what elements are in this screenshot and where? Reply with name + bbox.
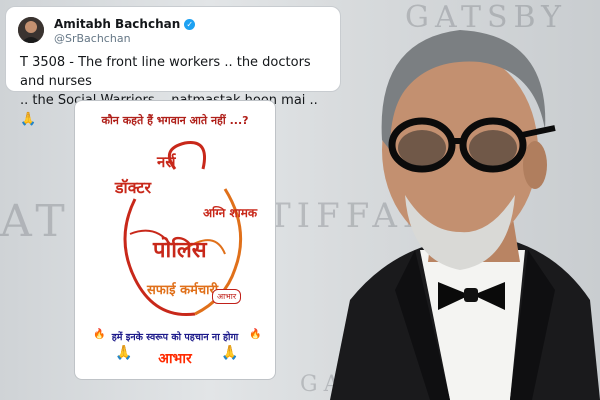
verified-badge-icon: ✓ bbox=[184, 19, 196, 30]
poster-stamp: आभार bbox=[212, 289, 242, 304]
calligraphy-word: सफाई कर्मचारी bbox=[146, 282, 219, 298]
calligraphy-artwork: नर्स डॉक्टर अग्नि शामक पोलिस सफाई कर्मचा… bbox=[114, 141, 258, 317]
account-handle[interactable]: @SrBachchan bbox=[54, 32, 131, 45]
calligraphy-word: अग्नि शामक bbox=[203, 206, 258, 220]
poster-question: कौन कहते हैं भगवान आते नहीं ...? bbox=[101, 114, 249, 127]
poster-tagline: हमें इनके स्वरूप को पहचान ना होगा bbox=[111, 332, 239, 343]
calligraphy-word: डॉक्टर bbox=[114, 178, 152, 197]
tweet-card: Amitabh Bachchan ✓ @SrBachchan T 3508 - T… bbox=[5, 6, 341, 127]
account-name[interactable]: Amitabh Bachchan ✓ bbox=[54, 17, 196, 31]
poster-image: कौन कहते हैं भगवान आते नहीं ...? नर्स डॉ… bbox=[74, 100, 276, 380]
account-name-text: Amitabh Bachchan bbox=[54, 17, 181, 31]
portrait-photo bbox=[330, 30, 600, 400]
avatar-icon bbox=[18, 17, 44, 43]
tweet-line: T 3508 - The front line workers .. the d… bbox=[20, 55, 311, 89]
poster-thanks: आभार bbox=[158, 351, 192, 367]
calligraphy-word: नर्स bbox=[156, 153, 176, 171]
calligraphy-word: पोलिस bbox=[152, 236, 208, 263]
profile-avatar[interactable] bbox=[18, 17, 44, 43]
